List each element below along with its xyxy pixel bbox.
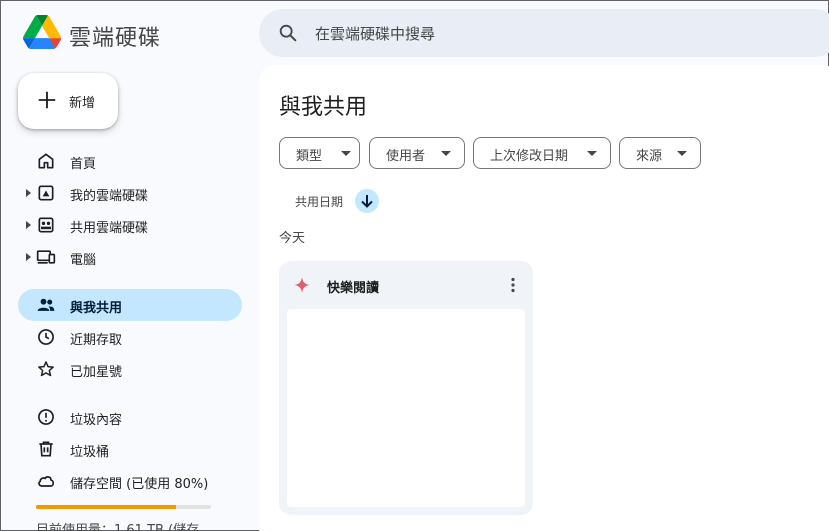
- arrow-down-icon: [361, 195, 373, 208]
- new-button[interactable]: 新增: [18, 73, 118, 129]
- sidebar-item-starred[interactable]: 已加星號: [18, 353, 242, 385]
- group-header-today: 今天: [279, 231, 306, 246]
- sidebar-item-spam[interactable]: 垃圾內容: [18, 401, 242, 433]
- search-bar[interactable]: 在雲端硬碟中搜尋: [259, 9, 829, 57]
- sidebar-item-shared-drives[interactable]: 共用雲端硬碟: [18, 209, 242, 241]
- caret-right-icon[interactable]: [26, 189, 32, 197]
- sidebar-item-label: 共用雲端硬碟: [70, 221, 149, 236]
- page-title: 與我共用: [279, 95, 368, 120]
- caret-right-icon[interactable]: [26, 253, 32, 261]
- filter-chip-label: 使用者: [386, 149, 426, 164]
- sidebar-item-label: 已加星號: [70, 365, 123, 380]
- filter-chip-label: 來源: [636, 149, 663, 164]
- trash-icon: [39, 441, 53, 457]
- plus-icon: [38, 91, 56, 109]
- storage-progress-bar: [36, 505, 211, 509]
- storage-usage-text: 目前使用量：1.61 TB (儲存: [36, 523, 200, 531]
- people-icon: [37, 298, 55, 311]
- spam-icon: [38, 409, 54, 425]
- home-icon: [38, 153, 54, 169]
- clock-icon: [38, 329, 54, 345]
- filter-type-chip[interactable]: 類型: [279, 137, 360, 169]
- sidebar-item-recent[interactable]: 近期存取: [18, 321, 242, 353]
- sidebar-item-label: 垃圾桶: [70, 445, 110, 460]
- new-button-label: 新增: [69, 96, 96, 111]
- storage-progress-fill: [36, 505, 176, 509]
- sidebar-item-label: 與我共用: [70, 301, 123, 316]
- sidebar-item-computers[interactable]: 電腦: [18, 241, 242, 273]
- computers-icon: [36, 250, 56, 264]
- sidebar-item-label: 電腦: [70, 253, 97, 268]
- dropdown-arrow-icon: [341, 151, 351, 156]
- more-vert-icon[interactable]: [503, 275, 523, 295]
- search-icon[interactable]: [277, 22, 299, 44]
- sparkle-icon: [294, 277, 310, 293]
- filter-chip-label: 上次修改日期: [490, 149, 569, 164]
- app-title: 雲端硬碟: [69, 26, 162, 51]
- sidebar-item-label: 垃圾內容: [70, 413, 123, 428]
- my-drive-icon: [38, 185, 54, 201]
- file-card-title: 快樂閱讀: [327, 281, 380, 296]
- sort-label[interactable]: 共用日期: [295, 193, 343, 210]
- filter-chip-label: 類型: [296, 149, 323, 164]
- search-input[interactable]: 在雲端硬碟中搜尋: [315, 23, 435, 44]
- shared-drives-icon: [38, 217, 54, 233]
- caret-right-icon[interactable]: [26, 221, 32, 229]
- sidebar-item-label: 首頁: [70, 157, 97, 172]
- sidebar-item-home[interactable]: 首頁: [18, 145, 242, 177]
- sidebar-item-label: 近期存取: [70, 333, 123, 348]
- filter-modified-chip[interactable]: 上次修改日期: [473, 137, 611, 169]
- sidebar-item-label: 我的雲端硬碟: [70, 189, 149, 204]
- file-thumbnail[interactable]: [287, 309, 525, 507]
- file-card[interactable]: 快樂閱讀: [279, 261, 533, 515]
- main-panel: 與我共用 類型 使用者 上次修改日期 來源 共用日期 今天 快樂閱讀: [259, 65, 829, 531]
- sidebar-item-shared-with-me[interactable]: 與我共用: [18, 289, 242, 321]
- dropdown-arrow-icon: [677, 151, 687, 156]
- google-drive-logo: [23, 15, 61, 49]
- filter-people-chip[interactable]: 使用者: [369, 137, 465, 169]
- dropdown-arrow-icon: [587, 151, 597, 156]
- sort-direction-button[interactable]: [355, 189, 379, 213]
- sidebar-item-storage[interactable]: 儲存空間 (已使用 80%): [18, 465, 242, 497]
- filter-source-chip[interactable]: 來源: [619, 137, 701, 169]
- sidebar-item-trash[interactable]: 垃圾桶: [18, 433, 242, 465]
- sidebar-item-my-drive[interactable]: 我的雲端硬碟: [18, 177, 242, 209]
- sidebar-item-label: 儲存空間 (已使用 80%): [70, 477, 209, 492]
- cloud-icon: [38, 476, 55, 487]
- star-icon: [38, 361, 54, 377]
- dropdown-arrow-icon: [441, 151, 451, 156]
